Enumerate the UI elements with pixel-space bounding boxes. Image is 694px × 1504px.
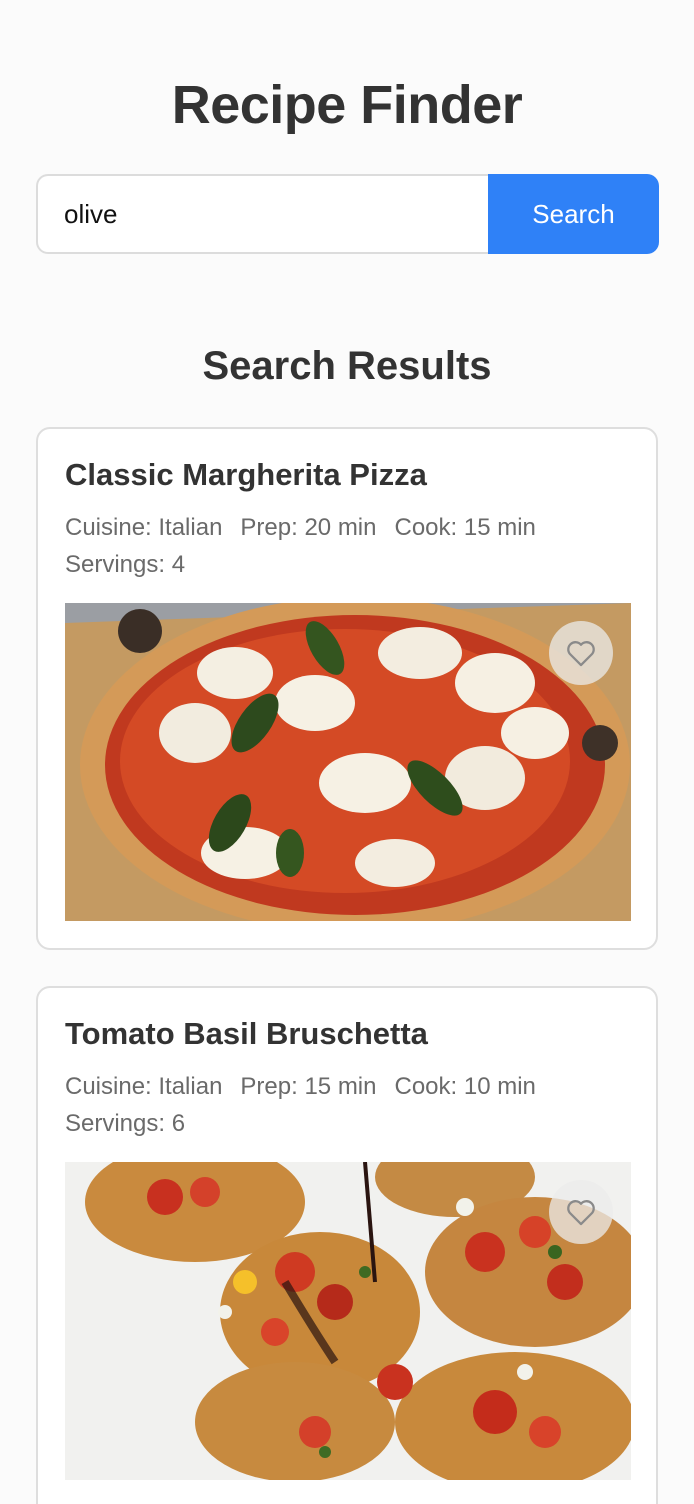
results-heading: Search Results xyxy=(202,344,492,388)
search-button[interactable]: Search xyxy=(488,174,659,254)
heart-outline-icon xyxy=(567,1200,595,1226)
recipe-cuisine: Cuisine: Italian xyxy=(65,514,223,541)
recipe-cook-time: Cook: 10 min xyxy=(394,1073,536,1100)
search-bar: Search xyxy=(36,174,659,254)
recipe-cook-time: Cook: 15 min xyxy=(394,514,536,541)
recipe-title: Classic Margherita Pizza xyxy=(65,457,427,492)
recipe-prep-time: Prep: 15 min xyxy=(240,1073,377,1100)
recipe-image xyxy=(65,1162,631,1480)
recipe-servings: Servings: 4 xyxy=(65,551,186,578)
heart-outline-icon xyxy=(567,641,595,667)
page-title: Recipe Finder xyxy=(171,75,523,135)
recipe-meta: Cuisine: Italian Prep: 15 min Cook: 10 min… xyxy=(65,1068,625,1142)
recipe-title: Tomato Basil Bruschetta xyxy=(65,1016,428,1051)
recipe-card[interactable]: Tomato Basil Bruschetta Cuisine: Italian… xyxy=(36,986,658,1504)
pizza-photo xyxy=(65,603,631,921)
recipe-meta: Cuisine: Italian Prep: 20 min Cook: 15 min… xyxy=(65,509,625,583)
recipe-cuisine: Cuisine: Italian xyxy=(65,1073,223,1100)
favorite-button[interactable] xyxy=(549,621,613,685)
recipe-prep-time: Prep: 20 min xyxy=(240,514,377,541)
search-input[interactable] xyxy=(36,174,488,254)
recipe-servings: Servings: 6 xyxy=(65,1110,186,1137)
bruschetta-photo xyxy=(65,1162,631,1480)
favorite-button[interactable] xyxy=(549,1180,613,1244)
recipe-finder-page: Recipe Finder Search Search Results Clas… xyxy=(0,0,694,1504)
recipe-image xyxy=(65,603,631,921)
recipe-card[interactable]: Classic Margherita Pizza Cuisine: Italia… xyxy=(36,427,658,950)
